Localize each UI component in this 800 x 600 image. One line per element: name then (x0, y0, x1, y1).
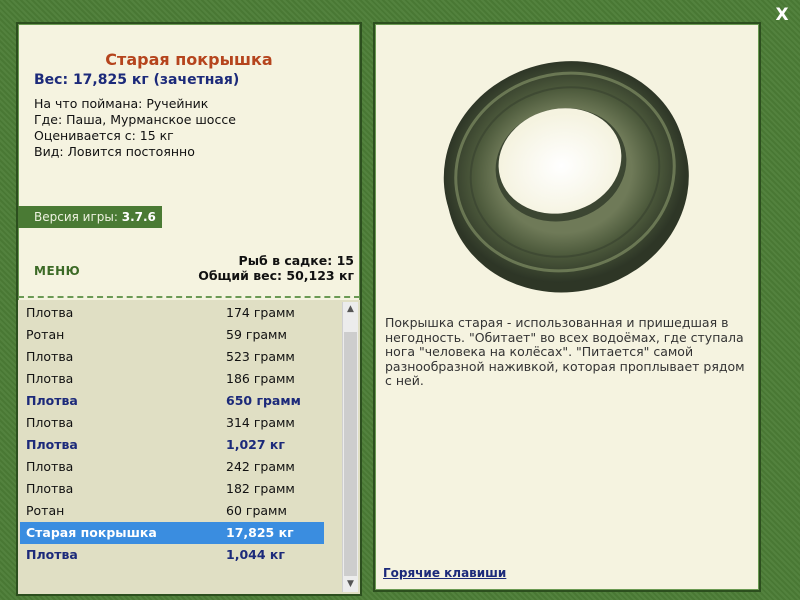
catch-name: Плотва (26, 437, 78, 452)
fish-title: Старая покрышка (105, 50, 273, 69)
catch-row[interactable]: Плотва 314 грамм (20, 412, 324, 434)
fish-picture-panel: Покрышка старая - использованная и прише… (373, 22, 761, 592)
list-scrollbar[interactable]: ▲ ▼ (342, 302, 358, 592)
catch-row[interactable]: Плотва 174 грамм (20, 302, 324, 324)
fish-count: Рыб в садке: 15 (238, 253, 354, 268)
catch-row[interactable]: Плотва 182 грамм (20, 478, 324, 500)
catch-weight: 1,027 кг (226, 437, 285, 452)
catch-weight: 17,825 кг (226, 525, 294, 540)
catch-name: Плотва (26, 349, 74, 364)
catch-row[interactable]: Ротан 59 грамм (20, 324, 324, 346)
catch-weight: 242 грамм (226, 459, 295, 474)
fish-location: Где: Паша, Мурманское шоссе (34, 112, 236, 127)
fish-rated-from: Оценивается с: 15 кг (34, 128, 174, 143)
fish-info-panel: Старая покрышка Вес: 17,825 кг (зачетная… (16, 22, 362, 596)
total-weight: Общий вес: 50,123 кг (198, 268, 354, 283)
catch-weight: 523 грамм (226, 349, 295, 364)
catch-name: Плотва (26, 459, 74, 474)
fish-kind: Вид: Ловится постоянно (34, 144, 195, 159)
catch-list: Плотва 174 грамм Ротан 59 грамм Плотва 523 … (20, 302, 324, 566)
catch-name: Старая покрышка (26, 525, 157, 540)
catch-name: Ротан (26, 327, 65, 342)
catch-row[interactable]: Ротан 60 грамм (20, 500, 324, 522)
catch-weight: 60 грамм (226, 503, 287, 518)
catch-name: Плотва (26, 371, 74, 386)
tire-image (443, 61, 689, 293)
version-value: 3.7.6 (121, 210, 156, 224)
version-label: Версия игры: (34, 210, 118, 224)
catch-row[interactable]: Плотва 1,027 кг (20, 434, 324, 456)
catch-weight: 1,044 кг (226, 547, 285, 562)
catch-weight: 314 грамм (226, 415, 295, 430)
catch-row-selected[interactable]: Старая покрышка 17,825 кг (20, 522, 324, 544)
fish-weight: Вес: 17,825 кг (зачетная) (34, 72, 240, 88)
divider (18, 296, 360, 298)
cage-stats: Рыб в садке: 15 Общий вес: 50,123 кг (198, 253, 354, 283)
version-bar: Версия игры: 3.7.6 (18, 206, 162, 228)
catch-row[interactable]: Плотва 186 грамм (20, 368, 324, 390)
fish-bait: На что поймана: Ручейник (34, 96, 209, 111)
menu-button[interactable]: МЕНЮ (34, 264, 80, 278)
fish-description: Покрышка старая - использованная и прише… (385, 315, 745, 388)
catch-name: Плотва (26, 481, 74, 496)
catch-name: Плотва (26, 415, 74, 430)
catch-name: Плотва (26, 305, 74, 320)
catch-row[interactable]: Плотва 242 грамм (20, 456, 324, 478)
catch-list-container: Плотва 174 грамм Ротан 59 грамм Плотва 523 … (18, 300, 360, 594)
catch-row[interactable]: Плотва 650 грамм (20, 390, 324, 412)
catch-weight: 182 грамм (226, 481, 295, 496)
catch-name: Плотва (26, 547, 78, 562)
chevron-down-icon[interactable]: ▼ (343, 577, 358, 592)
hotkeys-link[interactable]: Горячие клавиши (383, 566, 506, 580)
chevron-up-icon[interactable]: ▲ (343, 302, 358, 317)
scrollbar-thumb[interactable] (344, 332, 357, 576)
catch-name: Ротан (26, 503, 65, 518)
close-icon[interactable]: X (772, 4, 792, 26)
catch-weight: 186 грамм (226, 371, 295, 386)
catch-name: Плотва (26, 393, 78, 408)
catch-weight: 650 грамм (226, 393, 301, 408)
catch-weight: 174 грамм (226, 305, 295, 320)
catch-weight: 59 грамм (226, 327, 287, 342)
catch-row[interactable]: Плотва 523 грамм (20, 346, 324, 368)
catch-row[interactable]: Плотва 1,044 кг (20, 544, 324, 566)
